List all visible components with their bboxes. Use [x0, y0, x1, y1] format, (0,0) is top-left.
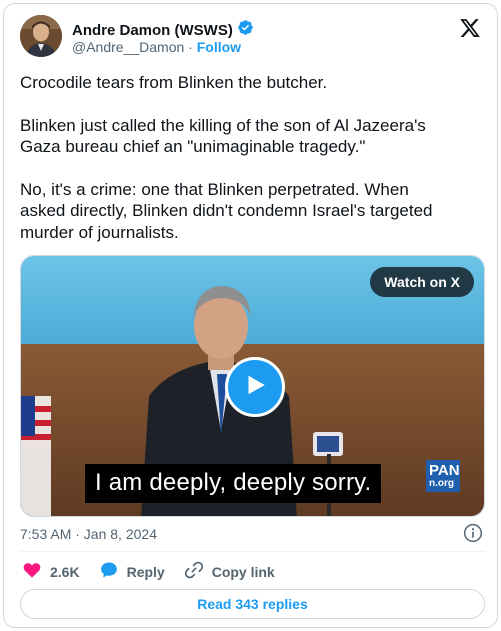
author-handle-line: @Andre__Damon · Follow	[72, 39, 241, 55]
follow-button[interactable]: Follow	[197, 39, 241, 55]
play-button[interactable]	[225, 357, 285, 417]
tweet-paragraph-3: No, it's a crime: one that Blinken perpe…	[20, 179, 433, 242]
tweet-header: Andre Damon (WSWS) @Andre__Damon · Follo…	[20, 15, 483, 63]
author-avatar[interactable]	[20, 15, 62, 57]
author-name-line: Andre Damon (WSWS)	[72, 19, 254, 41]
read-replies-button[interactable]: Read 343 replies	[20, 589, 485, 619]
action-bar: 2.6K Reply Copy link	[22, 560, 294, 583]
network-logo: PAN n.org	[426, 460, 460, 492]
link-icon	[184, 560, 204, 583]
info-icon[interactable]	[463, 523, 483, 543]
x-logo-icon[interactable]	[459, 17, 481, 39]
network-logo-top: PAN	[429, 462, 460, 479]
verified-badge-icon	[237, 19, 254, 41]
divider	[20, 551, 485, 552]
video-player[interactable]: Watch on X PAN n.org I am deeply, deeply…	[20, 255, 485, 517]
handle-separator: ·	[188, 39, 193, 55]
copy-link-label: Copy link	[211, 563, 275, 580]
like-count: 2.6K	[50, 563, 80, 580]
like-button[interactable]: 2.6K	[22, 560, 80, 583]
tweet-paragraph-2: Blinken just called the killing of the s…	[20, 115, 426, 157]
reply-button[interactable]: Reply	[99, 560, 165, 583]
author-handle[interactable]: @Andre__Damon	[72, 39, 184, 55]
watch-on-x-button[interactable]: Watch on X	[370, 267, 474, 297]
play-icon	[242, 372, 268, 403]
heart-icon	[22, 560, 42, 583]
video-caption: I am deeply, deeply sorry.	[85, 464, 382, 503]
tweet-text: Crocodile tears from Blinken the butcher…	[20, 72, 485, 264]
reply-label: Reply	[126, 563, 165, 580]
tweet-paragraph-1: Crocodile tears from Blinken the butcher…	[20, 73, 328, 92]
author-display-name[interactable]: Andre Damon (WSWS)	[72, 22, 233, 39]
copy-link-button[interactable]: Copy link	[184, 560, 275, 583]
reply-bubble-icon	[99, 560, 119, 583]
tweet-card: Andre Damon (WSWS) @Andre__Damon · Follo…	[3, 3, 498, 628]
network-logo-bottom: n.org	[429, 478, 454, 489]
tweet-timestamp[interactable]: 7:53 AM · Jan 8, 2024	[20, 526, 157, 542]
